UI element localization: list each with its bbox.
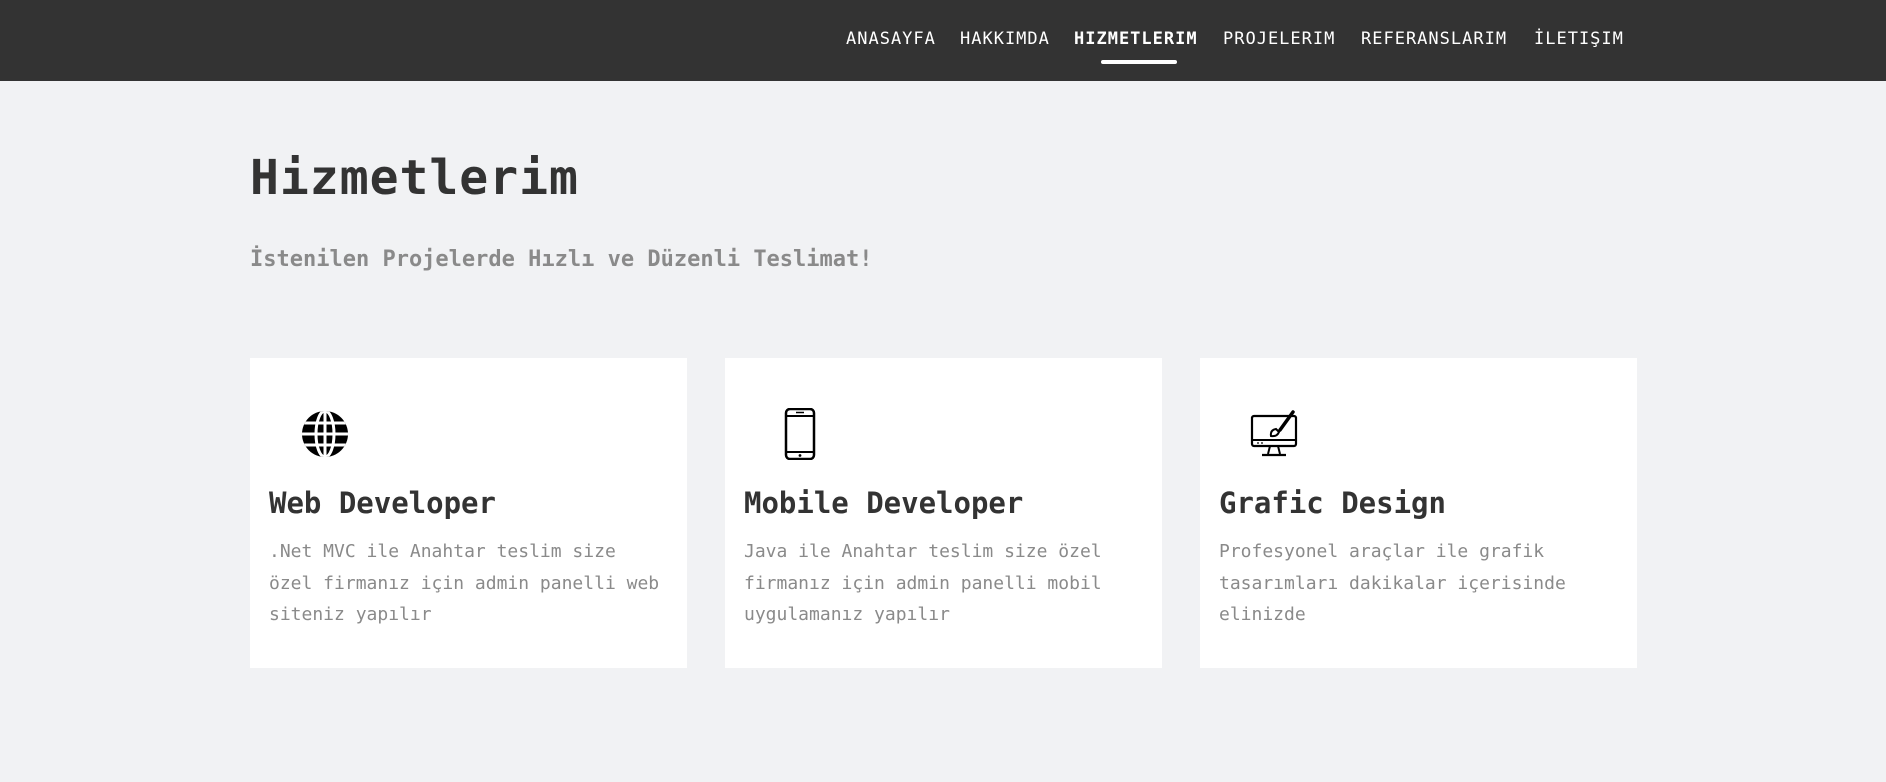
service-description: Profesyonel araçlar ile grafik tasarımla…: [1219, 541, 1566, 625]
service-description: .Net MVC ile Anahtar teslim size özel fi…: [269, 541, 660, 625]
active-nav-indicator: [1101, 60, 1177, 64]
service-title: Grafic Design: [1219, 486, 1446, 520]
nav-item-hakkimda[interactable]: HAKKIMDA: [960, 29, 1050, 49]
service-description: Java ile Anahtar teslim size özel firman…: [744, 541, 1102, 625]
service-card-mobile: Mobile Developer Java ile Anahtar teslim…: [725, 358, 1162, 668]
globe-icon: [300, 408, 350, 460]
nav-item-anasayfa[interactable]: ANASAYFA: [846, 29, 936, 49]
main-nav: ANASAYFA HAKKIMDA HIZMETLERIM PROJELERIM…: [0, 0, 1886, 81]
page-subtitle: İstenilen Projelerde Hızlı ve Düzenli Te…: [250, 247, 873, 272]
smartphone-icon: [775, 407, 825, 461]
nav-item-referanslarim[interactable]: REFERANSLARIM: [1361, 29, 1507, 49]
page-title: Hizmetlerim: [250, 150, 579, 206]
service-card-design: Grafic Design Profesyonel araçlar ile gr…: [1200, 358, 1637, 668]
nav-item-hizmetlerim[interactable]: HIZMETLERIM: [1074, 29, 1198, 49]
top-navbar: ANASAYFA HAKKIMDA HIZMETLERIM PROJELERIM…: [0, 0, 1886, 81]
nav-item-projelerim[interactable]: PROJELERIM: [1223, 29, 1335, 49]
nav-item-iletisim[interactable]: İLETIŞIM: [1534, 29, 1624, 49]
monitor-brush-icon: [1250, 408, 1300, 460]
service-title: Mobile Developer: [744, 486, 1024, 520]
service-title: Web Developer: [269, 486, 496, 520]
service-card-web: Web Developer .Net MVC ile Anahtar tesli…: [250, 358, 687, 668]
